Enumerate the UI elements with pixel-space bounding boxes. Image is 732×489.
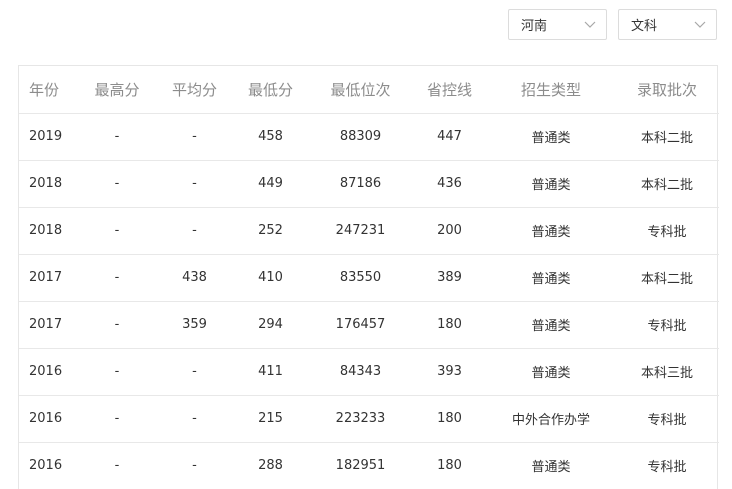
cell-year: 2018 <box>19 207 77 255</box>
province-select[interactable]: 河南 <box>508 9 607 40</box>
table-row: 2018- -449 87186 436 普通类 本科二批 <box>19 160 719 208</box>
cell-enroll-type: 普通类 <box>487 113 615 161</box>
cell-avg-score: - <box>157 442 232 489</box>
cell-enroll-type: 普通类 <box>487 207 615 255</box>
cell-min-score: 252 <box>232 207 309 255</box>
cell-min-score: 215 <box>232 395 309 443</box>
chevron-down-icon <box>584 19 596 31</box>
cell-max-score: - <box>77 442 157 489</box>
cell-min-rank: 182951 <box>309 442 412 489</box>
cell-min-score: 410 <box>232 254 309 302</box>
cell-max-score: - <box>77 254 157 302</box>
cell-enroll-type: 普通类 <box>487 301 615 349</box>
province-select-value: 河南 <box>521 19 548 34</box>
cell-batch: 专科批 <box>615 301 719 349</box>
cell-batch: 本科二批 <box>615 113 719 161</box>
table-row: 2016- -288 182951 180 普通类 专科批 <box>19 442 719 489</box>
cell-enroll-type: 普通类 <box>487 348 615 396</box>
cell-batch: 本科二批 <box>615 254 719 302</box>
cell-enroll-type: 普通类 <box>487 160 615 208</box>
cell-batch: 专科批 <box>615 207 719 255</box>
cell-avg-score: - <box>157 348 232 396</box>
cell-avg-score: 438 <box>157 254 232 302</box>
cell-year: 2016 <box>19 395 77 443</box>
chevron-down-icon <box>694 19 706 31</box>
cell-min-rank: 87186 <box>309 160 412 208</box>
table-row: 2018- -252 247231 200 普通类 专科批 <box>19 207 719 255</box>
cell-avg-score: - <box>157 395 232 443</box>
cell-max-score: - <box>77 301 157 349</box>
cell-control-line: 200 <box>412 207 487 255</box>
cell-year: 2017 <box>19 254 77 302</box>
cell-min-rank: 84343 <box>309 348 412 396</box>
header-min-score: 最低分 <box>232 66 309 114</box>
cell-control-line: 447 <box>412 113 487 161</box>
cell-control-line: 393 <box>412 348 487 396</box>
cell-min-rank: 83550 <box>309 254 412 302</box>
cell-max-score: - <box>77 160 157 208</box>
cell-min-score: 294 <box>232 301 309 349</box>
cell-max-score: - <box>77 395 157 443</box>
cell-year: 2016 <box>19 442 77 489</box>
cell-min-score: 458 <box>232 113 309 161</box>
cell-batch: 专科批 <box>615 442 719 489</box>
cell-batch: 专科批 <box>615 395 719 443</box>
header-control-line: 省控线 <box>412 66 487 114</box>
subject-select-value: 文科 <box>631 19 658 34</box>
table-row: 2017-438 410 83550 389 普通类 本科二批 <box>19 254 719 302</box>
cell-batch: 本科三批 <box>615 348 719 396</box>
cell-max-score: - <box>77 207 157 255</box>
table-header-row: 年份 最高分 平均分 最低分 最低位次 省控线 招生类型 录取批次 <box>19 66 719 114</box>
cell-control-line: 436 <box>412 160 487 208</box>
cell-year: 2019 <box>19 113 77 161</box>
cell-max-score: - <box>77 348 157 396</box>
cell-avg-score: 359 <box>157 301 232 349</box>
header-batch: 录取批次 <box>615 66 719 114</box>
header-avg-score: 平均分 <box>157 66 232 114</box>
cell-enroll-type: 普通类 <box>487 254 615 302</box>
header-enroll-type: 招生类型 <box>487 66 615 114</box>
cell-batch: 本科二批 <box>615 160 719 208</box>
cell-avg-score: - <box>157 207 232 255</box>
cell-min-score: 288 <box>232 442 309 489</box>
table-row: 2017-359 294 176457 180 普通类 专科批 <box>19 301 719 349</box>
header-max-score: 最高分 <box>77 66 157 114</box>
cell-min-score: 411 <box>232 348 309 396</box>
cell-year: 2016 <box>19 348 77 396</box>
cell-control-line: 389 <box>412 254 487 302</box>
cell-year: 2018 <box>19 160 77 208</box>
filter-bar: 河南 文科 <box>508 9 717 40</box>
cell-enroll-type: 普通类 <box>487 442 615 489</box>
cell-min-rank: 176457 <box>309 301 412 349</box>
cell-year: 2017 <box>19 301 77 349</box>
score-table-container: 年份 最高分 平均分 最低分 最低位次 省控线 招生类型 录取批次 2019- -458 8830… <box>18 65 719 489</box>
cell-min-rank: 247231 <box>309 207 412 255</box>
cell-avg-score: - <box>157 113 232 161</box>
table-row: 2019- -458 88309 447 普通类 本科二批 <box>19 113 719 161</box>
cell-min-score: 449 <box>232 160 309 208</box>
cell-control-line: 180 <box>412 442 487 489</box>
cell-enroll-type: 中外合作办学 <box>487 395 615 443</box>
header-min-rank: 最低位次 <box>309 66 412 114</box>
table-row: 2016- -411 84343 393 普通类 本科三批 <box>19 348 719 396</box>
cell-min-rank: 88309 <box>309 113 412 161</box>
cell-control-line: 180 <box>412 395 487 443</box>
header-year: 年份 <box>19 66 77 114</box>
cell-max-score: - <box>77 113 157 161</box>
cell-avg-score: - <box>157 160 232 208</box>
table-body: 2019- -458 88309 447 普通类 本科二批 2018- -449 87186 43… <box>19 113 719 489</box>
subject-select[interactable]: 文科 <box>618 9 717 40</box>
cell-control-line: 180 <box>412 301 487 349</box>
admission-score-table: 年份 最高分 平均分 最低分 最低位次 省控线 招生类型 录取批次 2019- -458 8830… <box>19 66 719 489</box>
cell-min-rank: 223233 <box>309 395 412 443</box>
table-row: 2016- -215 223233 180 中外合作办学 专科批 <box>19 395 719 443</box>
